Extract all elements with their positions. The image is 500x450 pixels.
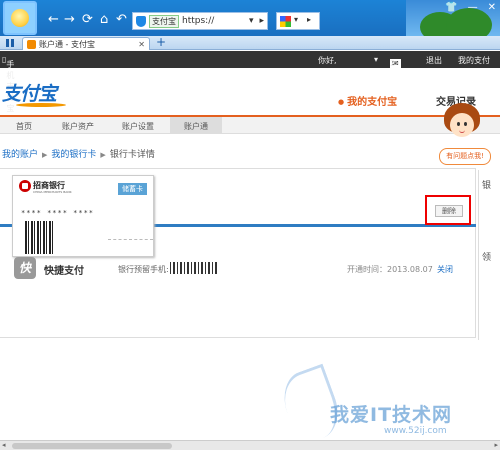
reserved-phone-masked	[170, 262, 218, 274]
breadcrumb: 我的账户 ▶ 我的银行卡 ▶ 银行卡详情	[2, 147, 155, 160]
cmb-logo-icon	[19, 180, 31, 192]
logout-link[interactable]: 退出	[426, 55, 442, 66]
go-icon[interactable]: ▸	[307, 15, 311, 24]
mobile-alipay-link[interactable]: ▯ 手机支付宝	[2, 55, 14, 113]
watermark-url: www.52ij.com	[384, 426, 447, 436]
close-tab-icon[interactable]: ✕	[138, 40, 145, 49]
chevron-right-icon: ▶	[100, 151, 106, 159]
card-signature-line	[108, 239, 153, 240]
my-alipay-link[interactable]: 我的支付	[458, 55, 490, 66]
home-icon[interactable]: ⌂	[100, 13, 108, 27]
horizontal-scrollbar[interactable]: ◂ ▸	[0, 440, 500, 450]
user-avatar[interactable]	[3, 1, 37, 35]
tab-bar: 账户通 - 支付宝 ✕ +	[0, 36, 500, 50]
scroll-left-icon[interactable]: ◂	[2, 441, 6, 449]
shield-icon	[136, 15, 146, 27]
breadcrumb-bank-cards[interactable]: 我的银行卡	[51, 150, 96, 160]
watermark-title: 我爱IT技术网	[330, 404, 453, 426]
quickpay-title: 快捷支付	[44, 266, 84, 277]
side-label-2: 领	[482, 253, 492, 263]
delete-button[interactable]: 删除	[435, 205, 463, 217]
sub-navigation: 首页 账户资产 账户设置 账户通	[0, 117, 500, 134]
secure-site-tag: 支付宝	[149, 14, 179, 28]
search-engine-box[interactable]: ▾ ▸	[276, 12, 320, 30]
tab-alipay[interactable]: 账户通 - 支付宝 ✕	[22, 37, 150, 50]
reserved-phone-label: 银行预留手机:	[118, 265, 169, 274]
alipay-logo[interactable]: 支付宝	[2, 79, 57, 106]
address-bar[interactable]: 支付宝 https:// ▾ ▸	[132, 12, 268, 30]
shirt-icon[interactable]: 👕	[445, 2, 457, 13]
close-quickpay-link[interactable]: 关闭	[437, 264, 453, 275]
breadcrumb-card-detail: 银行卡详情	[109, 150, 155, 160]
dropdown-icon[interactable]: ▾	[249, 16, 254, 26]
dropdown-icon[interactable]: ▾	[294, 15, 298, 24]
site-topbar: ▯ 手机支付宝 你好, ▾ ✉ 2 退出 我的支付	[0, 51, 500, 113]
subnav-assets[interactable]: 账户资产	[62, 121, 94, 132]
greeting: 你好,	[318, 56, 337, 65]
forward-icon[interactable]: →	[64, 13, 75, 27]
helper-mascot[interactable]	[444, 103, 480, 147]
breadcrumb-my-account[interactable]: 我的账户	[2, 150, 38, 160]
logo-swoosh	[16, 103, 66, 107]
card-barcode	[25, 221, 55, 254]
search-engine-icon	[280, 16, 291, 27]
side-label-1: 银	[482, 181, 492, 191]
minimize-icon[interactable]: —	[468, 2, 478, 13]
subnav-settings[interactable]: 账户设置	[122, 121, 154, 132]
bank-name-en: CHINA MERCHANTS BANK	[33, 190, 72, 194]
undo-icon[interactable]: ↶	[116, 13, 127, 27]
subnav-home[interactable]: 首页	[16, 121, 32, 132]
nav-my-alipay[interactable]: 我的支付宝	[338, 93, 397, 108]
quickpay-icon: 快	[14, 257, 36, 279]
scroll-right-icon[interactable]: ▸	[494, 441, 498, 449]
browser-titlebar: ← → ⟳ ⌂ ↶ 支付宝 https:// ▾ ▸ ▾ ▸ 👕 — ✕	[0, 0, 500, 36]
back-icon[interactable]: ←	[48, 13, 59, 27]
card-number: **** **** ****	[21, 209, 95, 217]
help-bubble[interactable]: 有问题点我!	[439, 148, 491, 165]
new-tab-icon[interactable]: +	[156, 36, 166, 49]
sun-icon	[11, 9, 29, 27]
scrollbar-thumb[interactable]	[12, 443, 172, 449]
close-icon[interactable]: ✕	[488, 2, 496, 13]
go-icon[interactable]: ▸	[259, 16, 264, 26]
apps-icon[interactable]	[6, 39, 14, 47]
url-text: https://	[182, 16, 215, 26]
tab-title: 账户通 - 支付宝	[39, 39, 95, 49]
chevron-right-icon: ▶	[42, 151, 48, 159]
window-controls: 👕 — ✕	[445, 2, 496, 13]
alipay-favicon-icon	[27, 39, 36, 49]
refresh-icon[interactable]: ⟳	[82, 13, 93, 27]
open-time: 开通时间：2013.08.07	[347, 265, 433, 274]
card-type-badge: 储蓄卡	[118, 183, 147, 195]
subnav-account-link[interactable]: 账户通	[170, 117, 222, 134]
bank-card: 招商银行 CHINA MERCHANTS BANK 储蓄卡 **** **** …	[12, 175, 154, 257]
dropdown-icon[interactable]: ▾	[374, 55, 378, 64]
